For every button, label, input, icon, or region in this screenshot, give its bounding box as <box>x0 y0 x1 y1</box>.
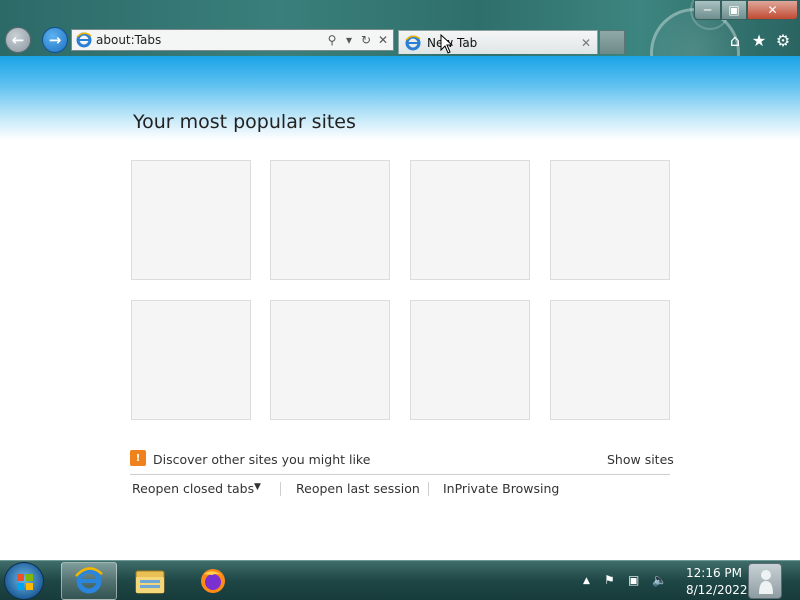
browser-chrome: ← → about:Tabs ⚲ ▾ ↻ ✕ New Tab ✕ ─ ▣ ✕ ⌂… <box>0 0 800 56</box>
user-icon <box>759 570 773 594</box>
taskbar-internet-explorer[interactable] <box>61 562 117 600</box>
action-center-flag-icon[interactable]: ⚑ <box>604 573 615 587</box>
popular-site-tile[interactable] <box>410 160 530 280</box>
windows-logo-icon <box>17 574 33 590</box>
popular-site-tile[interactable] <box>550 300 670 420</box>
search-icon[interactable]: ⚲ <box>325 33 339 47</box>
maximize-button[interactable]: ▣ <box>721 0 747 20</box>
taskbar: ▲ ⚑ ▣ 🔈 12:16 PM 8/12/2022 <box>0 560 800 600</box>
link-separator <box>428 482 429 496</box>
stop-icon[interactable]: ✕ <box>376 33 390 47</box>
link-separator <box>280 482 281 496</box>
popular-site-tile[interactable] <box>131 300 251 420</box>
home-icon[interactable]: ⌂ <box>725 30 745 50</box>
user-profile-button[interactable] <box>748 563 782 599</box>
taskbar-firefox[interactable] <box>185 562 241 600</box>
start-button[interactable] <box>4 562 44 600</box>
clock-date[interactable]: 8/12/2022 <box>686 583 748 597</box>
tab-close-icon[interactable]: ✕ <box>581 36 591 50</box>
dropdown-icon[interactable]: ▾ <box>342 33 356 47</box>
firefox-icon <box>201 569 225 593</box>
address-text[interactable]: about:Tabs <box>96 33 325 47</box>
close-button[interactable]: ✕ <box>747 0 798 20</box>
popular-site-tile[interactable] <box>410 300 530 420</box>
tab-new-tab[interactable]: New Tab ✕ <box>398 30 598 54</box>
reopen-closed-tabs-link[interactable]: Reopen closed tabs <box>132 481 254 496</box>
inprivate-browsing-link[interactable]: InPrivate Browsing <box>443 481 559 496</box>
tray-chevron-up-icon[interactable]: ▲ <box>583 576 590 586</box>
lightbulb-icon: ! <box>130 450 146 466</box>
ie-tab-icon <box>405 35 421 50</box>
volume-muted-icon[interactable]: 🔈 <box>652 573 667 587</box>
popular-site-tile[interactable] <box>270 160 390 280</box>
tools-gear-icon[interactable]: ⚙ <box>773 30 793 50</box>
divider <box>130 474 670 475</box>
popular-site-tile[interactable] <box>131 160 251 280</box>
reopen-last-session-link[interactable]: Reopen last session <box>296 481 420 496</box>
show-sites-link[interactable]: Show sites <box>607 452 674 467</box>
mouse-cursor-icon <box>440 34 454 54</box>
ie-page-icon <box>76 32 92 48</box>
page-title: Your most popular sites <box>133 111 356 133</box>
new-tab-page: Your most popular sites ! Discover other… <box>0 56 800 560</box>
taskbar-windows-explorer[interactable] <box>122 562 178 600</box>
clock-time[interactable]: 12:16 PM <box>686 566 742 580</box>
back-button[interactable]: ← <box>5 27 31 53</box>
minimize-button[interactable]: ─ <box>694 0 721 20</box>
internet-explorer-icon <box>75 567 103 594</box>
address-bar[interactable]: about:Tabs ⚲ ▾ ↻ ✕ <box>71 29 394 51</box>
refresh-icon[interactable]: ↻ <box>359 33 373 47</box>
window-controls: ─ ▣ ✕ <box>694 0 798 20</box>
forward-button[interactable]: → <box>42 27 68 53</box>
discover-sites-link[interactable]: Discover other sites you might like <box>153 452 370 467</box>
popular-site-tile[interactable] <box>270 300 390 420</box>
popular-site-tile[interactable] <box>550 160 670 280</box>
favorites-star-icon[interactable]: ★ <box>749 30 769 50</box>
back-arrow-icon: ← <box>11 31 25 49</box>
new-tab-button[interactable] <box>599 30 625 54</box>
forward-arrow-icon: → <box>48 31 62 49</box>
network-icon[interactable]: ▣ <box>628 573 639 587</box>
folder-icon <box>135 570 165 594</box>
chevron-down-icon[interactable]: ▼ <box>254 482 261 492</box>
